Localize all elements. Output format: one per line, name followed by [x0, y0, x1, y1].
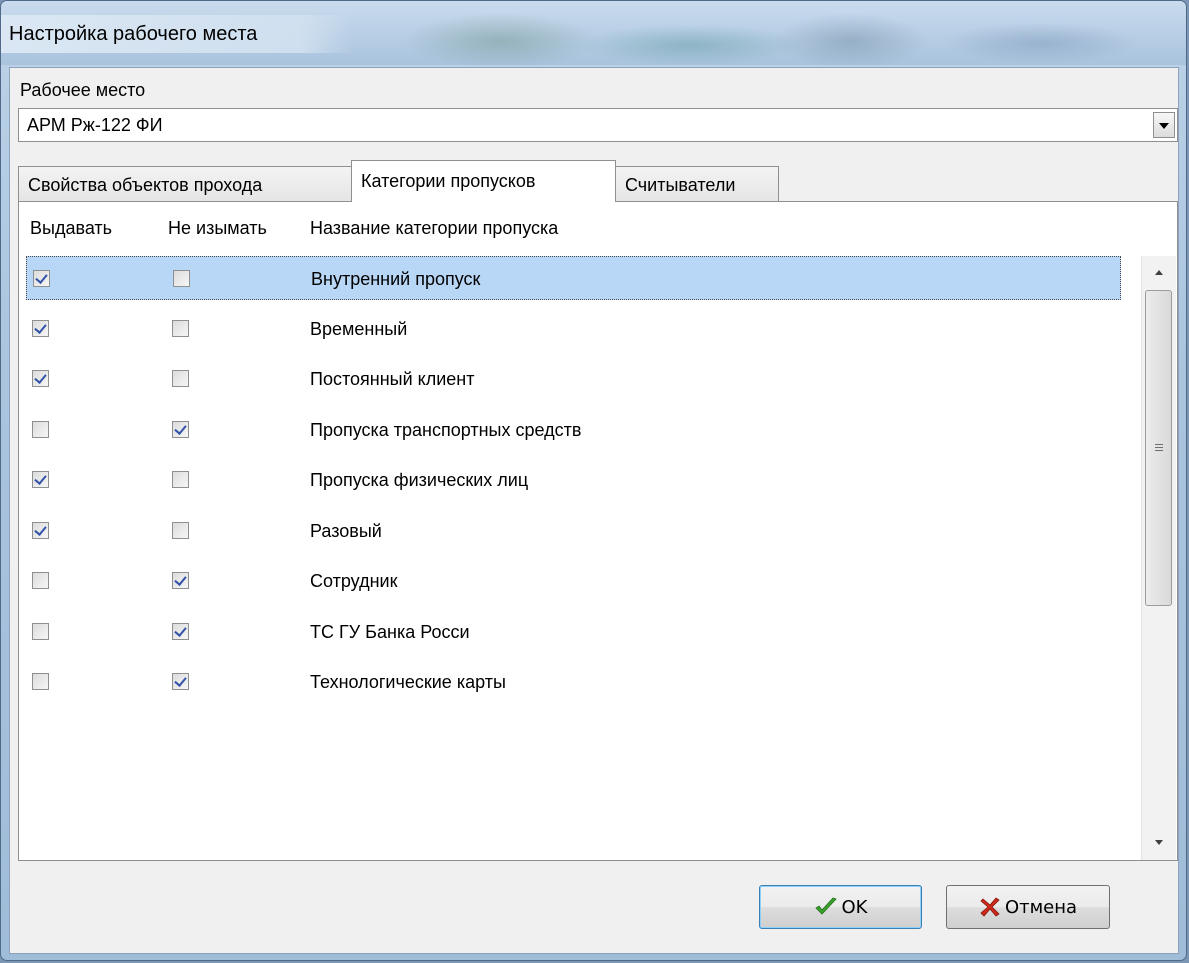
workstation-value: АРМ Рж-122 ФИ: [27, 115, 163, 135]
list-item[interactable]: Разовый: [26, 509, 1121, 553]
list-item[interactable]: Внутренний пропуск: [26, 256, 1121, 300]
tab-readers[interactable]: Считыватели: [615, 166, 779, 202]
no-withdraw-checkbox[interactable]: [172, 370, 189, 387]
no-withdraw-checkbox[interactable]: [172, 572, 189, 589]
category-name: Временный: [310, 319, 408, 339]
category-name: Разовый: [310, 521, 382, 541]
tab-passage-objects[interactable]: Свойства объектов прохода: [18, 166, 352, 202]
list-item[interactable]: ТС ГУ Банка Росси: [26, 610, 1121, 654]
grip-icon: [1155, 444, 1163, 451]
ok-button-label: OK: [841, 896, 868, 918]
category-name: Постоянный клиент: [310, 369, 475, 389]
issue-checkbox[interactable]: [32, 623, 49, 640]
no-withdraw-checkbox[interactable]: [172, 673, 189, 690]
issue-checkbox[interactable]: [32, 522, 49, 539]
issue-checkbox[interactable]: [32, 471, 49, 488]
workstation-combobox[interactable]: АРМ Рж-122 ФИ: [18, 108, 1178, 142]
category-name: Пропуска транспортных средств: [310, 420, 582, 440]
column-header-name: Название категории пропуска: [310, 218, 559, 238]
list-item[interactable]: Постоянный клиент: [26, 357, 1121, 401]
column-header-issue: Выдавать: [30, 218, 113, 238]
tab-strip: Свойства объектов прохода Категории проп…: [18, 158, 1178, 202]
scroll-thumb[interactable]: [1145, 290, 1172, 606]
x-icon: [980, 897, 1000, 917]
no-withdraw-checkbox[interactable]: [172, 623, 189, 640]
scroll-up-icon[interactable]: [1142, 256, 1176, 288]
list-item[interactable]: Временный: [26, 307, 1121, 351]
cancel-button[interactable]: Отмена: [946, 885, 1110, 929]
category-name: Сотрудник: [310, 571, 398, 591]
list-item[interactable]: Пропуска физических лиц: [26, 458, 1121, 502]
no-withdraw-checkbox[interactable]: [172, 522, 189, 539]
issue-checkbox[interactable]: [32, 673, 49, 690]
list-item[interactable]: Сотрудник: [26, 559, 1121, 603]
tab-pass-categories[interactable]: Категории пропусков: [351, 160, 616, 202]
category-name: Технологические карты: [310, 672, 506, 692]
workstation-label: Рабочее место: [20, 80, 146, 100]
no-withdraw-checkbox[interactable]: [172, 421, 189, 438]
category-name: Внутренний пропуск: [311, 269, 481, 289]
list-item[interactable]: Технологические карты: [26, 660, 1121, 704]
column-header-no-withdraw: Не изымать: [168, 218, 267, 238]
scroll-down-icon[interactable]: [1142, 828, 1176, 860]
list-item[interactable]: Пропуска транспортных средств: [26, 408, 1121, 452]
dialog-body: Рабочее место АРМ Рж-122 ФИ Свойства объ…: [9, 67, 1179, 954]
category-name: ТС ГУ Банка Росси: [310, 622, 470, 642]
no-withdraw-checkbox[interactable]: [172, 471, 189, 488]
no-withdraw-checkbox[interactable]: [172, 320, 189, 337]
settings-window: Настройка рабочего места Рабочее место А…: [0, 0, 1187, 961]
cancel-button-label: Отмена: [1004, 896, 1078, 918]
issue-checkbox[interactable]: [32, 370, 49, 387]
pass-categories-panel: Выдавать Не изымать Название категории п…: [18, 201, 1178, 861]
no-withdraw-checkbox[interactable]: [173, 270, 190, 287]
title-bar[interactable]: Настройка рабочего места: [1, 1, 1186, 65]
window-title: Настройка рабочего места: [1, 15, 353, 53]
issue-checkbox[interactable]: [32, 572, 49, 589]
dropdown-arrow-icon[interactable]: [1153, 112, 1175, 138]
issue-checkbox[interactable]: [32, 320, 49, 337]
issue-checkbox[interactable]: [33, 270, 50, 287]
issue-checkbox[interactable]: [32, 421, 49, 438]
vertical-scrollbar[interactable]: [1141, 256, 1176, 860]
ok-button[interactable]: OK: [759, 885, 922, 929]
category-name: Пропуска физических лиц: [310, 470, 529, 490]
check-icon: [814, 897, 837, 915]
